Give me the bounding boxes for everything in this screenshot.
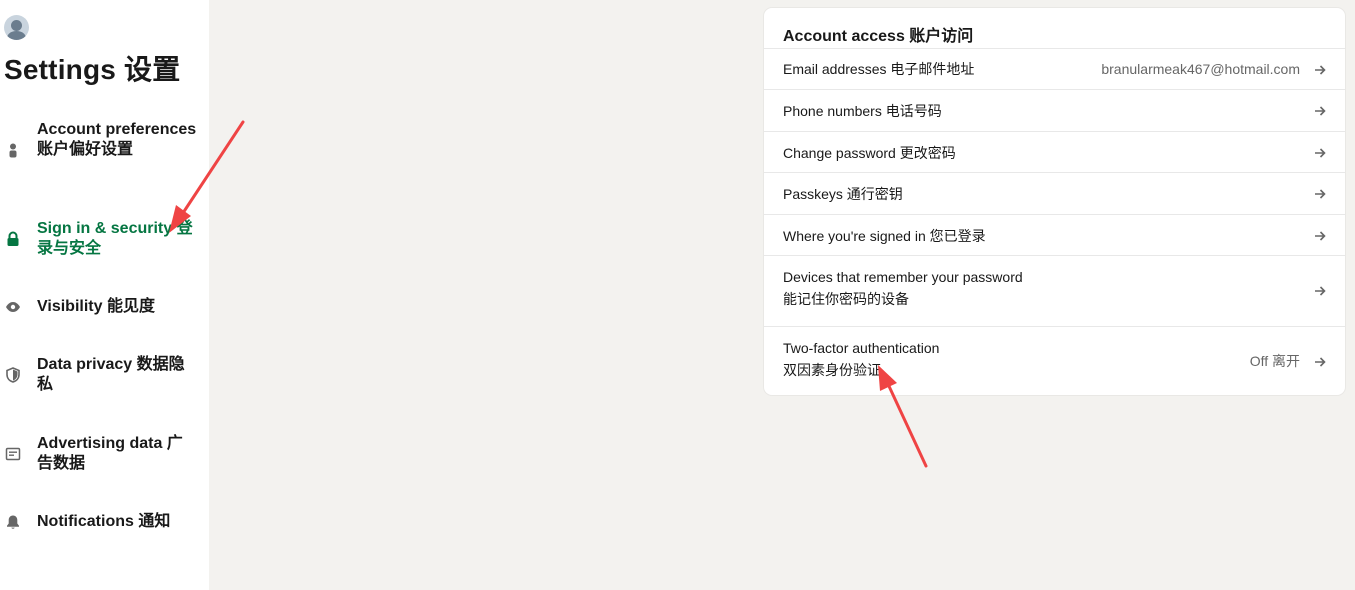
sidebar-item-label: Visibility 能见度 [37, 298, 155, 315]
lock-icon [5, 231, 21, 247]
row-label: Two-factor authentication [783, 340, 940, 356]
card-title: Account access 账户访问 [783, 28, 974, 45]
row-label: Phone numbers 电话号码 [783, 103, 942, 119]
arrow-right-icon [1315, 286, 1326, 296]
avatar-body [7, 31, 26, 40]
row-label: Where you're signed in 您已登录 [783, 228, 986, 244]
shield-icon [5, 367, 21, 383]
account-access-card: Account access 账户访问 Email addresses 电子邮件… [764, 8, 1345, 395]
eye-icon [5, 299, 21, 315]
row-passkeys[interactable]: Passkeys 通行密钥 [764, 172, 1345, 214]
sidebar-item-label: Data privacy 数据隐私 [37, 356, 185, 393]
row-phone-numbers[interactable]: Phone numbers 电话号码 [764, 89, 1345, 131]
avatar-head [11, 20, 22, 31]
ad-icon [5, 446, 21, 462]
settings-sidebar: Settings 设置 Account preferences 账户偏好设置 S… [0, 0, 209, 590]
row-label: Passkeys 通行密钥 [783, 186, 903, 202]
arrow-right-icon [1315, 106, 1326, 116]
row-two-factor-authentication[interactable]: Two-factor authentication 双因素身份验证 Off 离开 [764, 326, 1345, 395]
row-where-signed-in[interactable]: Where you're signed in 您已登录 [764, 214, 1345, 255]
sidebar-item-notifications[interactable]: Notifications 通知 [0, 512, 209, 534]
row-email-addresses[interactable]: Email addresses 电子邮件地址 branularmeak467@h… [764, 48, 1345, 89]
two-factor-status: Off 离开 [1249, 353, 1300, 369]
bell-icon [5, 514, 21, 530]
arrow-right-icon [1315, 357, 1326, 367]
sidebar-item-data-privacy[interactable]: Data privacy 数据隐私 [0, 355, 209, 397]
row-label-secondary: 能记住你密码的设备 [783, 291, 909, 307]
row-label: Email addresses 电子邮件地址 [783, 61, 975, 77]
email-value: branularmeak467@hotmail.com [1101, 61, 1300, 77]
row-devices-remember-password[interactable]: Devices that remember your password 能记住你… [764, 255, 1345, 326]
row-label: Change password 更改密码 [783, 145, 956, 161]
avatar[interactable] [4, 15, 29, 40]
sidebar-item-account-preferences[interactable]: Account preferences 账户偏好设置 [0, 120, 209, 180]
row-label: Devices that remember your password [783, 269, 1023, 285]
page-title: Settings 设置 [4, 54, 181, 85]
sidebar-item-label: Advertising data 广告数据 [37, 435, 183, 472]
sidebar-item-advertising-data[interactable]: Advertising data 广告数据 [0, 434, 209, 476]
row-label-secondary: 双因素身份验证 [783, 362, 881, 378]
sidebar-item-label: Notifications 通知 [37, 513, 171, 530]
person-icon [5, 142, 21, 158]
arrow-right-icon [1315, 189, 1326, 199]
arrow-right-icon [1315, 231, 1326, 241]
sidebar-item-label: Account preferences 账户偏好设置 [37, 121, 197, 158]
row-change-password[interactable]: Change password 更改密码 [764, 131, 1345, 172]
arrow-right-icon [1315, 148, 1326, 158]
sidebar-item-label: Sign in & security 登录与安全 [37, 220, 193, 257]
sidebar-item-visibility[interactable]: Visibility 能见度 [0, 297, 209, 319]
sidebar-item-sign-in-security[interactable]: Sign in & security 登录与安全 [0, 219, 209, 261]
arrow-right-icon [1315, 65, 1326, 75]
